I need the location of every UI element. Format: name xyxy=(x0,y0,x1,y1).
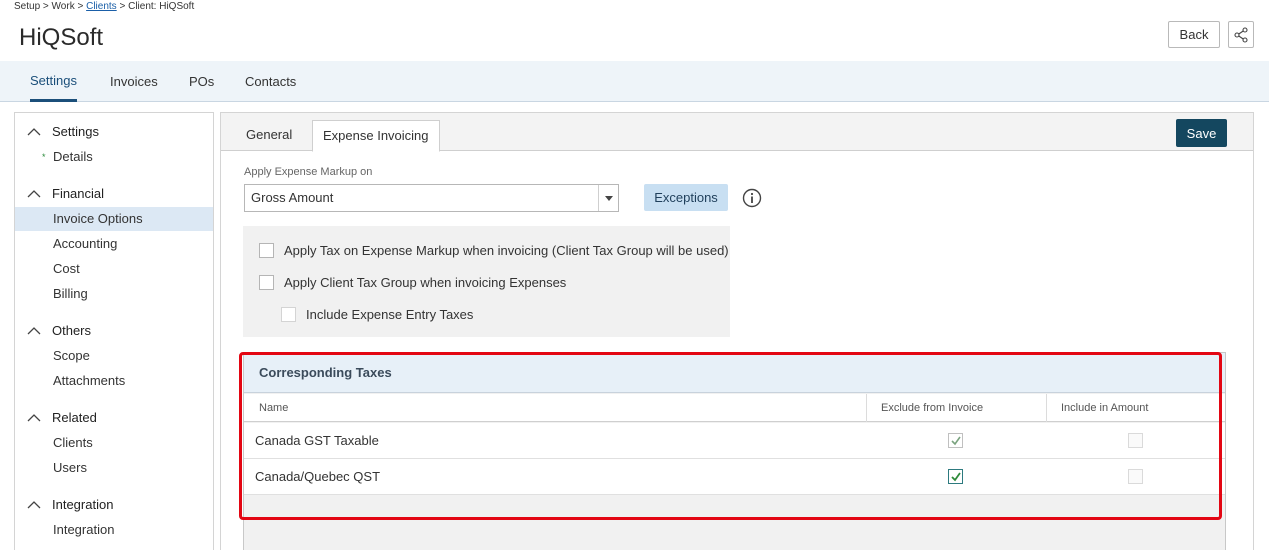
option-include-expense-entry-taxes[interactable]: Include Expense Entry Taxes xyxy=(281,305,473,323)
tab-settings[interactable]: Settings xyxy=(30,61,77,102)
info-icon[interactable] xyxy=(742,188,762,208)
chevron-up-icon[interactable] xyxy=(27,500,41,510)
page-title: HiQSoft xyxy=(19,24,104,51)
chevron-up-icon[interactable] xyxy=(27,189,41,199)
breadcrumb: Setup > Work > Clients > Client: HiQSoft xyxy=(14,1,195,12)
tab-general[interactable]: General xyxy=(236,120,302,151)
tax-options-box: Apply Tax on Expense Markup when invoici… xyxy=(243,226,730,337)
checkbox[interactable] xyxy=(281,306,296,322)
include-checkbox-disabled xyxy=(1128,433,1143,448)
checkbox[interactable] xyxy=(259,242,274,258)
share-icon xyxy=(1234,26,1248,43)
sidebar-item-users[interactable]: Users xyxy=(15,456,213,480)
markup-select[interactable]: Gross Amount xyxy=(244,184,619,212)
column-include-in-amount[interactable]: Include in Amount xyxy=(1061,394,1148,422)
exceptions-button[interactable]: Exceptions xyxy=(644,184,728,211)
breadcrumb-clients-link[interactable]: Clients xyxy=(86,1,117,12)
main-tabs: General Expense Invoicing Save xyxy=(221,113,1253,152)
share-button[interactable] xyxy=(1228,21,1254,48)
tax-name: Canada GST Taxable xyxy=(255,433,379,448)
exclude-checkbox-checked[interactable] xyxy=(948,433,963,448)
exclude-checkbox-checked[interactable] xyxy=(948,469,963,484)
option-apply-client-tax-group[interactable]: Apply Client Tax Group when invoicing Ex… xyxy=(259,273,566,291)
checkmark-icon xyxy=(951,436,961,446)
tab-expense-invoicing[interactable]: Expense Invoicing xyxy=(312,120,440,152)
tax-name: Canada/Quebec QST xyxy=(255,469,381,484)
sidebar-item-integration[interactable]: Integration xyxy=(15,518,213,542)
corresponding-taxes-panel: Corresponding Taxes Name Exclude from In… xyxy=(243,352,1226,550)
checkmark-icon xyxy=(951,472,961,482)
checkbox[interactable] xyxy=(259,274,274,290)
top-nav: Settings Invoices POs Contacts xyxy=(0,61,1269,102)
sidebar-item-cost[interactable]: Cost xyxy=(15,257,213,281)
markup-label: Apply Expense Markup on xyxy=(244,166,373,178)
taxes-title: Corresponding Taxes xyxy=(259,365,392,380)
option-apply-tax-markup[interactable]: Apply Tax on Expense Markup when invoici… xyxy=(259,241,729,259)
breadcrumb-work[interactable]: Work xyxy=(52,1,75,12)
sidebar-item-billing[interactable]: Billing xyxy=(15,282,213,306)
column-name[interactable]: Name xyxy=(259,394,288,422)
breadcrumb-setup[interactable]: Setup xyxy=(14,1,40,12)
tab-contacts[interactable]: Contacts xyxy=(245,61,296,102)
tab-invoices[interactable]: Invoices xyxy=(110,61,158,102)
include-checkbox-disabled xyxy=(1128,469,1143,484)
main-panel: General Expense Invoicing Save Apply Exp… xyxy=(220,112,1254,550)
sidebar-item-details[interactable]: * Details xyxy=(15,145,213,169)
sidebar-item-clients[interactable]: Clients xyxy=(15,431,213,455)
back-button[interactable]: Back xyxy=(1168,21,1220,48)
sidebar: Settings * Details Financial Invoice Opt… xyxy=(14,112,214,550)
caret-down-icon[interactable] xyxy=(598,185,618,211)
chevron-up-icon[interactable] xyxy=(27,127,41,137)
sidebar-group-others[interactable]: Others xyxy=(52,323,91,338)
save-button[interactable]: Save xyxy=(1176,119,1227,147)
sidebar-group-related[interactable]: Related xyxy=(52,410,97,425)
sidebar-item-attachments[interactable]: Attachments xyxy=(15,369,213,393)
markup-select-value: Gross Amount xyxy=(251,190,334,205)
sidebar-item-scope[interactable]: Scope xyxy=(15,344,213,368)
table-row: Canada GST Taxable xyxy=(244,423,1225,459)
taxes-column-headers: Name Exclude from Invoice Include in Amo… xyxy=(244,394,1225,422)
sidebar-group-financial[interactable]: Financial xyxy=(52,186,104,201)
sidebar-item-accounting[interactable]: Accounting xyxy=(15,232,213,256)
sidebar-group-settings[interactable]: Settings xyxy=(52,124,99,139)
breadcrumb-current: Client: HiQSoft xyxy=(128,1,195,12)
taxes-header: Corresponding Taxes xyxy=(244,353,1225,393)
table-row: Canada/Quebec QST xyxy=(244,459,1225,495)
tab-pos[interactable]: POs xyxy=(189,61,214,102)
required-star-icon: * xyxy=(42,152,46,162)
sidebar-item-invoice-options[interactable]: Invoice Options xyxy=(15,207,213,231)
chevron-up-icon[interactable] xyxy=(27,413,41,423)
column-exclude-from-invoice[interactable]: Exclude from Invoice xyxy=(881,394,983,422)
chevron-up-icon[interactable] xyxy=(27,326,41,336)
sidebar-group-integration[interactable]: Integration xyxy=(52,497,113,512)
